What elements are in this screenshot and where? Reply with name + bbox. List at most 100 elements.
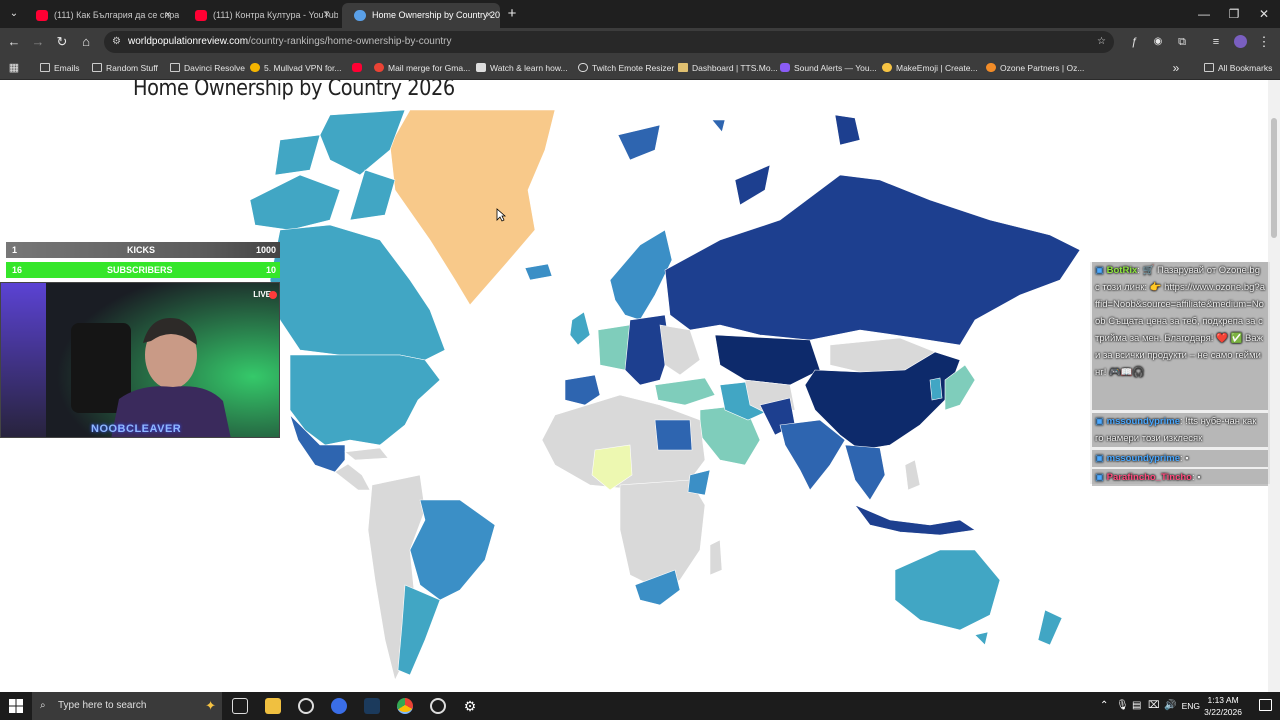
map-cuba xyxy=(344,447,389,461)
chat-emote-icon: ▪ xyxy=(1185,453,1189,464)
kicks-label: KICKS xyxy=(127,245,156,255)
steam-icon[interactable] xyxy=(364,698,380,714)
bookmark-twitch-emote[interactable]: Twitch Emote Resizer xyxy=(578,56,674,80)
volume-icon[interactable]: 🔊 xyxy=(1164,692,1176,720)
home-icon[interactable]: ⌂ xyxy=(76,32,96,52)
bookmark-watch-learn[interactable]: Watch & learn how... xyxy=(476,56,568,80)
map-madagascar xyxy=(709,539,723,576)
map-se-asia xyxy=(844,444,886,501)
chat-badge-icon: ▣ xyxy=(1095,453,1104,464)
taskbar-clock[interactable]: 1:13 AM 3/22/2026 xyxy=(1204,694,1242,718)
media-control-icon[interactable]: ≡ xyxy=(1206,32,1226,52)
bookmark-sound-alerts[interactable]: Sound Alerts — You... xyxy=(780,56,877,80)
map-canada-islands xyxy=(249,109,406,231)
map-central-america xyxy=(334,463,371,491)
streamer-name: NOOBCLEAVER xyxy=(91,423,182,435)
bookmark-makeemoji[interactable]: MakeEmoji | Create... xyxy=(882,56,978,80)
tab-3-close-icon[interactable]: × xyxy=(486,3,492,28)
globe-icon xyxy=(354,10,366,21)
url-path: /country-rankings/home-ownership-by-coun… xyxy=(248,36,452,47)
close-window-icon[interactable]: ✕ xyxy=(1250,4,1278,24)
bookmark-mail-merge[interactable]: Mail merge for Gma... xyxy=(374,56,470,80)
chat-badge-icon: ▣ xyxy=(1095,265,1104,276)
bookmark-davinci[interactable]: Davinci Resolve xyxy=(170,56,245,80)
search-placeholder: Type here to search xyxy=(58,700,147,711)
menu-kebab-icon[interactable]: ⋮ xyxy=(1254,32,1274,52)
tab-1[interactable]: (111) Как България да се справ × xyxy=(24,3,179,28)
map-argentina xyxy=(397,584,441,676)
taskbar-search-input[interactable]: ⌕ Type here to search ✦ xyxy=(32,692,222,720)
chat-message: ▣ BotRix: 🛒 Пазарувай от Ozone.bg с този… xyxy=(1092,262,1268,410)
bookmark-mullvad[interactable]: 5. Mullvad VPN for... xyxy=(250,56,341,80)
youtube-icon xyxy=(36,10,48,21)
language-indicator[interactable]: ENG xyxy=(1182,692,1200,720)
extension-icon[interactable]: ◉ xyxy=(1148,32,1168,52)
live-dot-icon xyxy=(269,291,277,299)
bookmark-icon xyxy=(678,63,688,72)
notification-icon[interactable] xyxy=(1259,699,1272,711)
bookmark-emails[interactable]: Emails xyxy=(40,56,80,80)
map-new-zealand xyxy=(1037,609,1063,646)
bookmarks-overflow-icon[interactable]: » xyxy=(1166,58,1186,78)
chat-overlay: ▣ BotRix: 🛒 Пазарувай от Ozone.bg с този… xyxy=(1090,262,1270,486)
apps-grid-icon[interactable]: ▦ xyxy=(4,58,24,78)
settings-gear-icon[interactable]: ⚙ xyxy=(462,698,478,714)
microphone-icon[interactable]: 🎙 xyxy=(1116,692,1129,720)
map-turkey xyxy=(654,377,716,406)
file-explorer-icon[interactable] xyxy=(265,698,281,714)
map-western-europe xyxy=(564,374,601,406)
new-tab-button[interactable]: + xyxy=(502,4,522,24)
tab-1-close-icon[interactable]: × xyxy=(165,3,171,28)
chrome-icon[interactable] xyxy=(397,698,413,714)
tab-3-label: Home Ownership by Country 20 xyxy=(372,10,500,20)
forward-icon[interactable]: → xyxy=(28,32,48,52)
map-uk xyxy=(569,311,591,346)
subscribers-left: 16 xyxy=(12,265,23,275)
address-bar[interactable]: ⚙ worldpopulationreview.com/country-rank… xyxy=(104,31,1114,53)
tab-search-icon[interactable]: ⌄ xyxy=(4,4,24,24)
back-icon[interactable]: ← xyxy=(4,32,24,52)
map-australia xyxy=(894,549,1001,631)
app-icon[interactable] xyxy=(298,698,314,714)
chat-text: 🛒 Пазарувай от Ozone.bg с този линк: 👉 h… xyxy=(1095,265,1265,378)
kicks-right: 1000 xyxy=(255,245,276,255)
clock-time: 1:13 AM xyxy=(1207,695,1239,705)
subscribers-label: SUBSCRIBERS xyxy=(107,265,173,275)
map-scandinavia xyxy=(609,229,673,321)
tab-2[interactable]: (111) Контра Култура - YouTub × xyxy=(183,3,338,28)
extension-f-icon[interactable]: ƒ xyxy=(1124,32,1144,52)
map-tasmania xyxy=(974,631,989,646)
kicks-goal-bar: 1 KICKS 1000 xyxy=(6,242,280,258)
windows-start-icon[interactable] xyxy=(8,698,24,714)
bookmark-star-icon[interactable]: ☆ xyxy=(1097,31,1106,53)
chat-message: ▣ Parafincho_Tincho: ▪ xyxy=(1092,469,1268,486)
profile-avatar[interactable] xyxy=(1230,32,1250,52)
tray-chevron-icon[interactable]: ⌃ xyxy=(1100,692,1108,720)
obs-icon[interactable] xyxy=(430,698,446,714)
tray-app-icon[interactable]: ▤ xyxy=(1132,692,1141,720)
extensions-puzzle-icon[interactable]: ⧉ xyxy=(1172,32,1192,52)
browser-app-icon[interactable] xyxy=(331,698,347,714)
site-info-icon[interactable]: ⚙ xyxy=(112,31,121,53)
tab-2-close-icon[interactable]: × xyxy=(324,3,330,28)
map-kazakhstan xyxy=(714,334,821,386)
scrollbar-thumb[interactable] xyxy=(1271,118,1277,238)
url-host: worldpopulationreview.com xyxy=(128,36,249,47)
tab-3-active[interactable]: Home Ownership by Country 20 × xyxy=(342,3,500,28)
search-icon: ⌕ xyxy=(40,700,46,711)
browser-tab-strip: ⌄ (111) Как България да се справ × (111)… xyxy=(0,0,1280,28)
network-icon[interactable]: ⌧ xyxy=(1148,692,1160,720)
bookmark-ozone[interactable]: Ozone Partners | Oz... xyxy=(986,56,1084,80)
task-view-icon[interactable] xyxy=(232,698,248,714)
chat-username: mssoundyprime xyxy=(1106,453,1181,464)
restore-icon[interactable]: ❐ xyxy=(1220,4,1248,24)
minimize-icon[interactable]: — xyxy=(1190,4,1218,24)
all-bookmarks[interactable]: All Bookmarks xyxy=(1204,56,1272,80)
bookmark-tts-dashboard[interactable]: Dashboard | TTS.Mo... xyxy=(678,56,778,80)
bookmark-youtube[interactable] xyxy=(352,56,366,80)
reload-icon[interactable]: ↻ xyxy=(52,32,72,52)
bookmarks-bar: ▦ Emails Random Stuff Davinci Resolve 5.… xyxy=(0,56,1280,80)
chat-message: ▣ mssoundyprime: ▪ xyxy=(1092,450,1268,467)
map-russia xyxy=(664,174,1081,346)
bookmark-random-stuff[interactable]: Random Stuff xyxy=(92,56,158,80)
